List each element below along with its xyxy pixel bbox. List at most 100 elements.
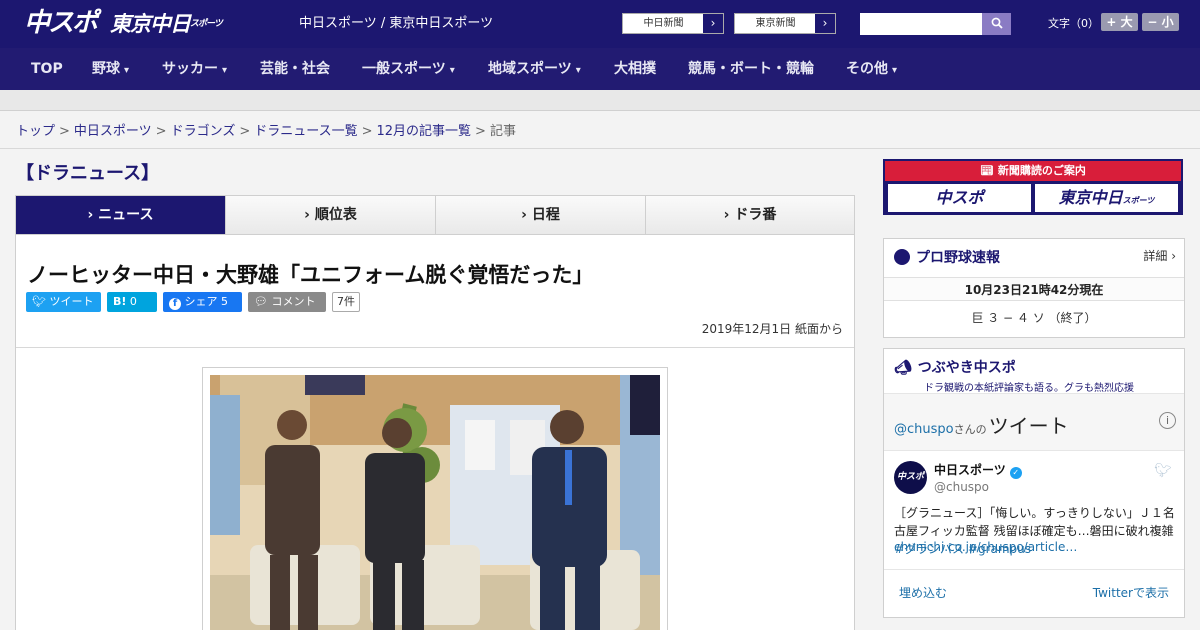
subscription-banner[interactable]: 📰︎ 新聞購読のご案内 中スポ 東京中日スポーツ [883, 159, 1183, 215]
tokyo-chunichi-label: 東京中日 [1058, 188, 1123, 207]
tv-studio-photo [210, 375, 660, 630]
nav-item-local-sports[interactable]: 地域スポーツ ▾ [488, 48, 581, 90]
newspaper-icon: 📰︎ [980, 164, 995, 177]
chevron-down-icon: ▾ [124, 65, 130, 76]
tab-label: ニュース [98, 207, 154, 223]
breadcrumb-link[interactable]: 12月の記事一覧 [377, 124, 472, 139]
tab-reporter[interactable]: › ドラ番 [646, 196, 854, 234]
comment-button[interactable]: 💬︎ コメント [248, 292, 326, 312]
tweet-author-name[interactable]: 中日スポーツ ✓ [934, 461, 1022, 479]
chevron-right-icon: › [87, 207, 99, 223]
avatar[interactable]: 中スポ [894, 461, 927, 494]
tweet-author-label: 中日スポーツ [934, 463, 1006, 477]
view-on-twitter-link[interactable]: Twitterで表示 [1093, 584, 1169, 601]
twitter-handle-suffix: さんの [953, 423, 987, 436]
tab-label: 順位表 [314, 207, 357, 223]
nav-item-label: サッカー [162, 61, 218, 77]
comment-count[interactable]: 7件 [332, 292, 360, 312]
comment-label: コメント [271, 295, 316, 308]
hatena-bookmark-button[interactable]: B! 0 [107, 292, 157, 312]
tab-schedule[interactable]: › 日程 [436, 196, 646, 234]
twitter-handle-link[interactable]: @chuspo [894, 422, 954, 437]
breadcrumb-link[interactable]: 中日スポーツ [74, 124, 152, 139]
nav-item-label: 芸能・社会 [260, 61, 330, 77]
font-bigger-button[interactable]: + 大 [1101, 13, 1138, 31]
chevron-down-icon: ▾ [575, 65, 581, 76]
facebook-share-label: シェア [184, 295, 218, 308]
ad-stripe [0, 90, 1200, 111]
section-title: 【ドラニュース】 [16, 163, 160, 184]
info-icon[interactable]: i [1159, 412, 1176, 429]
chunichi-shimbun-link[interactable]: 中日新聞 › [622, 13, 724, 34]
nav-item-label: TOP [31, 61, 63, 77]
search-button[interactable] [982, 13, 1011, 35]
font-size-label: 文字（0） [1048, 17, 1099, 30]
article-date: 2019年12月1日 紙面から [701, 322, 843, 336]
article-photo[interactable] [210, 375, 660, 630]
nav-item-other[interactable]: その他 ▾ [846, 48, 897, 90]
chevron-right-icon: › [723, 207, 735, 223]
nav-item-entertainment[interactable]: 芸能・社会 [260, 48, 330, 90]
nav-item-racing[interactable]: 競馬・ボート・競輪 [688, 48, 814, 90]
score-result[interactable]: 巨 ３ − ４ ソ （終了） [884, 309, 1184, 326]
site-header: 中スポ 東京中日スポーツ 中日スポーツ / 東京中日スポーツ 中日新聞 › 東京… [0, 0, 1200, 48]
ext-link-label: 東京新聞 [755, 18, 796, 29]
megaphone-icon: 📣︎ [894, 360, 912, 376]
chevron-down-icon: ▾ [892, 65, 898, 76]
facebook-icon: f [169, 298, 181, 310]
chevron-right-icon: › [703, 14, 723, 33]
tweet-label: ツイート [49, 295, 94, 308]
tokyo-chunichi-subscribe-button[interactable]: 東京中日スポーツ [1035, 184, 1178, 212]
tweet-url-link[interactable]: chunichi.co.jp/chuspo/article… [894, 540, 1077, 554]
article-photo-frame [202, 367, 668, 630]
nav-item-label: 競馬・ボート・競輪 [688, 61, 814, 77]
hatena-count: 0 [129, 295, 137, 308]
twitter-bird-icon[interactable]: 🐦︎ [1154, 463, 1172, 479]
subscription-banner-title: 📰︎ 新聞購読のご案内 [885, 161, 1181, 181]
tab-label: ドラ番 [734, 207, 777, 223]
facebook-share-button[interactable]: f シェア 5 [163, 292, 242, 312]
nav-item-general-sports[interactable]: 一般スポーツ ▾ [362, 48, 455, 90]
twitter-timeline-heading: @chuspoさんの ツイート [894, 410, 1069, 439]
breadcrumb-link[interactable]: トップ [16, 124, 55, 139]
tokyo-chunichi-logo-text: 東京中日 [110, 12, 191, 36]
font-smaller-button[interactable]: − 小 [1142, 13, 1179, 31]
nav-item-top[interactable]: TOP [31, 48, 63, 90]
nav-item-sumo[interactable]: 大相撲 [614, 48, 656, 90]
search-input[interactable] [860, 13, 982, 35]
twitter-widget-subtitle: ドラ観戦の本紙評論家も語る。グラも熱烈応援 [924, 383, 1134, 394]
breadcrumb-separator: > [155, 124, 167, 139]
facebook-count: 5 [221, 295, 228, 308]
tweet-author-handle[interactable]: @chuspo [934, 480, 989, 494]
nav-item-baseball[interactable]: 野球 ▾ [92, 48, 129, 90]
main-nav: TOP 野球 ▾ サッカー ▾ 芸能・社会 一般スポーツ ▾ 地域スポーツ ▾ 大相撲 … [0, 48, 1200, 90]
nav-item-soccer[interactable]: サッカー ▾ [162, 48, 227, 90]
breadcrumb-link[interactable]: ドラニュース一覧 [254, 124, 357, 139]
tab-label: 日程 [531, 207, 560, 223]
tokyo-chunichi-logo-sub: スポーツ [190, 19, 223, 29]
score-detail-link[interactable]: 詳細 › [1143, 247, 1176, 264]
tab-standings[interactable]: › 順位表 [226, 196, 436, 234]
twitter-widget: 📣︎ つぶやき中スポ ドラ観戦の本紙評論家も語る。グラも熱烈応援 @chuspoさ… [883, 348, 1185, 618]
twitter-icon: 🐦︎ [32, 295, 46, 308]
chevron-down-icon: ▾ [449, 65, 455, 76]
chuspo-logo[interactable]: 中スポ [24, 6, 98, 40]
tweet-button[interactable]: 🐦︎ ツイート [26, 292, 101, 312]
tokyo-chunichi-logo[interactable]: 東京中日スポーツ [110, 10, 223, 38]
tokyo-shimbun-link[interactable]: 東京新聞 › [734, 13, 836, 34]
breadcrumb-current: 記事 [489, 124, 516, 139]
breadcrumb-separator: > [239, 124, 251, 139]
chevron-down-icon: ▾ [222, 65, 228, 76]
section-tabs: › ニュース › 順位表 › 日程 › ドラ番 [15, 195, 855, 241]
verified-badge-icon: ✓ [1009, 467, 1022, 479]
tab-news[interactable]: › ニュース [16, 196, 226, 241]
breadcrumb-link[interactable]: ドラゴンズ [171, 124, 236, 139]
score-widget-label: プロ野球速報 [916, 250, 1000, 266]
embed-link[interactable]: 埋め込む [899, 584, 947, 601]
chuspo-subscribe-button[interactable]: 中スポ [888, 184, 1031, 212]
search-icon [991, 17, 1003, 29]
divider [16, 347, 854, 348]
site-title[interactable]: 中日スポーツ / 東京中日スポーツ [299, 15, 493, 33]
score-widget-title: プロ野球速報 [894, 247, 1000, 267]
twitter-widget-label: つぶやき中スポ [917, 360, 1016, 376]
